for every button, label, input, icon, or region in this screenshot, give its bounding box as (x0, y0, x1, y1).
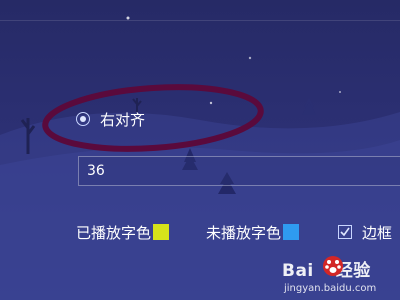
played-color-swatch[interactable] (153, 224, 170, 240)
unplayed-color-label: 未播放字色 (206, 223, 282, 242)
tree-icon (302, 97, 316, 115)
played-color-option[interactable]: 已播放字色 (76, 220, 170, 244)
radio-selected-dot (80, 116, 86, 122)
font-size-input[interactable]: 36 (78, 156, 400, 186)
align-right-option[interactable]: 右对齐 (76, 108, 145, 130)
watermark-url: jingyan.baidu.com (284, 283, 377, 294)
border-label: 边框 (362, 223, 393, 242)
border-option[interactable]: 边框 (338, 220, 392, 244)
border-checkbox[interactable] (338, 225, 352, 239)
unplayed-color-swatch[interactable] (283, 224, 300, 240)
font-size-value: 36 (87, 163, 105, 179)
checkmark-icon (340, 227, 350, 237)
align-right-label: 右对齐 (100, 110, 146, 129)
baidu-jingyan-watermark: Bai 经验 jingyan.baidu.com (282, 256, 400, 300)
radio-button[interactable] (76, 112, 90, 126)
played-color-label: 已播放字色 (76, 223, 152, 242)
baidu-paw-icon (323, 256, 343, 276)
unplayed-color-option[interactable]: 未播放字色 (206, 220, 300, 244)
